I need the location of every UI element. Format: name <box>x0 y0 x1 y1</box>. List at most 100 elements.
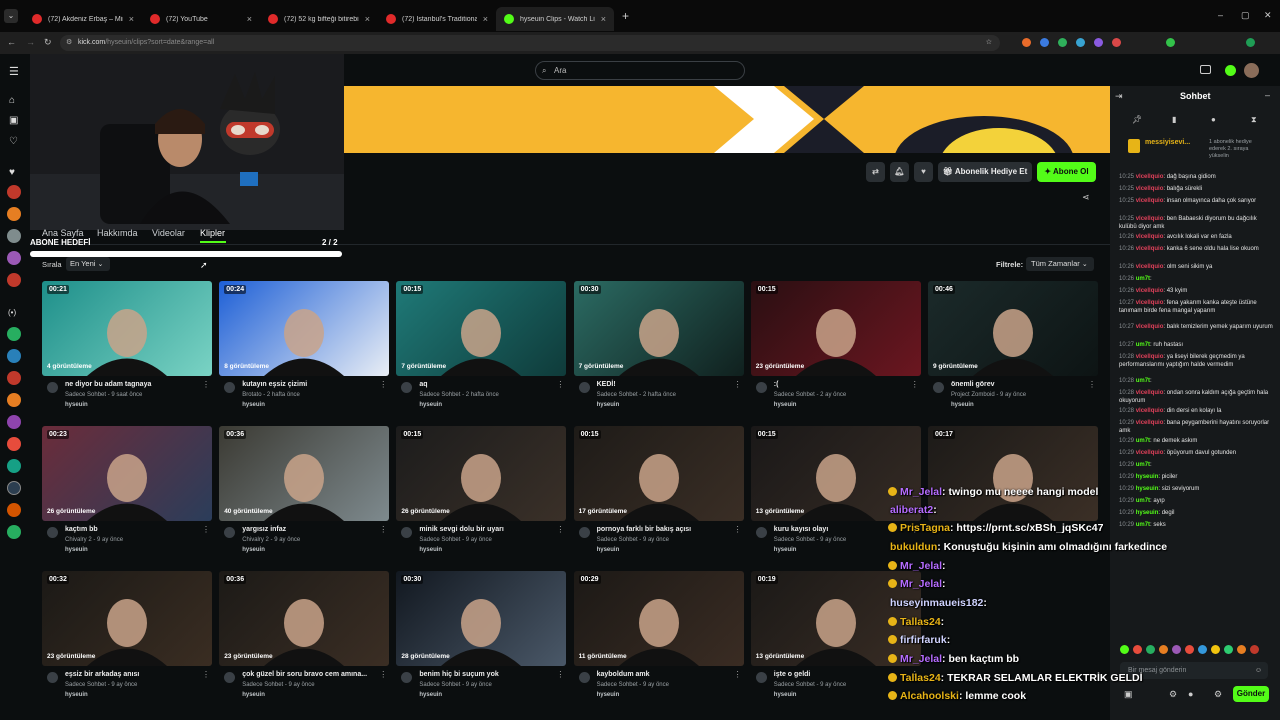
clip-more-icon[interactable]: ⋮ <box>379 670 387 679</box>
clip-user[interactable]: hyseuin <box>774 547 797 553</box>
share-rotate-icon[interactable]: ⇄ <box>866 162 885 182</box>
chat-menu-icon[interactable]: – <box>1265 90 1270 100</box>
chat-username[interactable]: hyseuin <box>1136 510 1159 516</box>
tab-list-icon[interactable]: ⌄ <box>4 9 18 23</box>
clip-more-icon[interactable]: ⋮ <box>734 380 742 389</box>
clip-title[interactable]: yargısız infaz <box>242 526 286 533</box>
close-window-button[interactable]: ✕ <box>1264 10 1272 21</box>
url-field[interactable]: ⚙ kick.com/hyseuin/clips?sort=date&range… <box>60 35 1000 51</box>
follow-heart-icon[interactable]: ♥ <box>914 162 933 182</box>
clip-user[interactable]: hyseuin <box>419 692 442 698</box>
recommended-channel-avatar[interactable] <box>7 503 21 517</box>
clip-card[interactable]: 00:30 7 görüntüleme KEDİ! Sadece Sohbet - 2… <box>573 281 744 408</box>
clip-creator-avatar[interactable] <box>755 527 767 538</box>
close-tab-icon[interactable]: × <box>365 14 370 24</box>
clip-thumbnail[interactable]: 00:24 8 görüntüleme <box>219 281 390 376</box>
recommended-channel-avatar[interactable] <box>7 525 21 539</box>
wallet-icon[interactable] <box>1200 65 1211 74</box>
clip-card[interactable]: 00:29 11 görüntüleme kayboldum amk Sadece S… <box>573 571 744 698</box>
clip-card[interactable]: 00:15 26 görüntüleme minik sevgi dolu bir … <box>396 426 567 553</box>
chat-username[interactable]: um7t <box>1136 522 1150 528</box>
kick-coin-icon[interactable] <box>1225 65 1236 76</box>
menu-icon[interactable]: ☰ <box>9 65 19 78</box>
clip-thumbnail[interactable]: 00:15 17 görüntüleme <box>573 426 744 521</box>
clip-creator-avatar[interactable] <box>224 672 236 683</box>
clip-card[interactable]: 00:23 26 görüntüleme kaçtım bb Chivalry 2 -… <box>42 426 212 553</box>
close-tab-icon[interactable]: × <box>601 14 606 24</box>
clip-title[interactable]: kutayın eşsiz çizimi <box>242 381 307 388</box>
chat-username[interactable]: vlcellquio <box>1136 420 1164 426</box>
clip-card[interactable]: 00:36 23 görüntüleme çok güzel bir soru br… <box>219 571 390 698</box>
notification-bell-icon[interactable]: 🔔︎ <box>890 162 909 182</box>
clip-thumbnail[interactable]: 00:15 26 görüntüleme <box>396 426 567 521</box>
browser-tab[interactable]: hyseuin Clips - Watch Live on K.. × <box>496 7 614 31</box>
chat-username[interactable]: um7t <box>1136 276 1150 282</box>
clip-user[interactable]: hyseuin <box>419 402 442 408</box>
clip-title[interactable]: kayboldum amk <box>597 671 650 678</box>
recommended-channel-avatar[interactable] <box>7 437 21 451</box>
emote-icon[interactable] <box>1237 645 1246 654</box>
minimize-button[interactable]: – <box>1218 10 1223 20</box>
clip-thumbnail[interactable]: 00:30 28 görüntüleme <box>396 571 567 666</box>
chat-username[interactable]: vlcellquio <box>1136 198 1164 204</box>
chat-username[interactable]: um7t <box>1136 342 1150 348</box>
chat-username[interactable]: vlcellquio <box>1136 234 1164 240</box>
send-button[interactable]: Gönder <box>1233 686 1269 702</box>
recommended-channel-avatar[interactable] <box>7 393 21 407</box>
clip-card[interactable]: 00:21 4 görüntüleme ne diyor bu adam tagna… <box>42 281 212 408</box>
followed-channel-avatar[interactable] <box>7 251 21 265</box>
clip-card[interactable]: 00:15 17 görüntüleme pornoya farklı bir ba… <box>573 426 744 553</box>
browse-icon[interactable]: ▣ <box>9 115 18 126</box>
chat-username[interactable]: vlcellquio <box>1136 288 1164 294</box>
clip-more-icon[interactable]: ⋮ <box>202 670 210 679</box>
clip-card[interactable]: 00:30 28 görüntüleme benim hiç bi suçum yo… <box>396 571 567 698</box>
clip-more-icon[interactable]: ⋮ <box>202 380 210 389</box>
emoji-icon[interactable]: ☺ <box>1255 662 1262 679</box>
clip-user[interactable]: hyseuin <box>242 692 265 698</box>
clip-more-icon[interactable]: ⋮ <box>556 670 564 679</box>
extension-icon[interactable] <box>1094 38 1103 47</box>
list-icon[interactable]: ▮ <box>1172 115 1176 124</box>
recommended-channel-avatar[interactable] <box>7 459 21 473</box>
clip-title[interactable]: KEDİ! <box>597 381 616 388</box>
close-tab-icon[interactable]: × <box>247 14 252 24</box>
clip-title[interactable]: pornoya farklı bir bakış açısı <box>597 526 692 533</box>
browser-tab[interactable]: (72) Akdeniz Erbaş – Miraçlam.. × <box>24 7 142 31</box>
browser-tab[interactable]: (72) YouTube × <box>142 7 260 31</box>
user-avatar[interactable] <box>1244 63 1259 78</box>
clip-title[interactable]: benim hiç bi suçum yok <box>419 671 498 678</box>
recommended-channel-avatar[interactable] <box>7 327 21 341</box>
clip-creator-avatar[interactable] <box>578 382 590 393</box>
reload-icon[interactable]: ↻ <box>44 37 52 48</box>
emote-icon[interactable] <box>1146 645 1155 654</box>
clip-title[interactable]: işte o geldi <box>774 671 811 678</box>
clip-card[interactable]: 00:36 40 görüntüleme yargısız infaz Chivalr… <box>219 426 390 553</box>
clip-more-icon[interactable]: ⋮ <box>911 380 919 389</box>
close-tab-icon[interactable]: × <box>483 14 488 24</box>
chat-username[interactable]: vlcellquio <box>1136 264 1164 270</box>
followed-channel-avatar[interactable] <box>7 207 21 221</box>
following-icon[interactable]: ♡ <box>9 136 18 147</box>
back-icon[interactable]: ← <box>7 37 16 47</box>
clip-card[interactable]: 00:15 23 görüntüleme:(Sadece Sohbet - 2 a… <box>750 281 921 408</box>
chat-username[interactable]: um7t <box>1136 498 1150 504</box>
clip-title[interactable]: kuru kayısı olayı <box>774 526 828 533</box>
search-input[interactable]: ⌕ Ara <box>535 61 745 80</box>
clip-creator-avatar[interactable] <box>401 672 413 683</box>
tab-videos[interactable]: Videolar <box>152 228 185 238</box>
emote-icon[interactable] <box>1172 645 1181 654</box>
clip-user[interactable]: hyseuin <box>242 547 265 553</box>
clip-user[interactable]: hyseuin <box>242 402 265 408</box>
recommended-channel-avatar[interactable] <box>7 349 21 363</box>
clip-title[interactable]: eşsiz bir arkadaş anısı <box>65 671 139 678</box>
clip-creator-avatar[interactable] <box>47 527 58 538</box>
emote-icon[interactable] <box>1185 645 1194 654</box>
clip-title[interactable]: aq <box>419 381 427 388</box>
forward-icon[interactable]: → <box>26 37 35 47</box>
site-info-icon[interactable]: ⚙ <box>66 35 72 51</box>
filter-dropdown[interactable]: Tüm Zamanlar ⌄ <box>1026 257 1094 271</box>
hourglass-icon[interactable]: ⧗ <box>1251 115 1257 125</box>
clip-more-icon[interactable]: ⋮ <box>556 380 564 389</box>
emote-icon[interactable] <box>1250 645 1259 654</box>
chat-username[interactable]: vlcellquio <box>1136 186 1164 192</box>
